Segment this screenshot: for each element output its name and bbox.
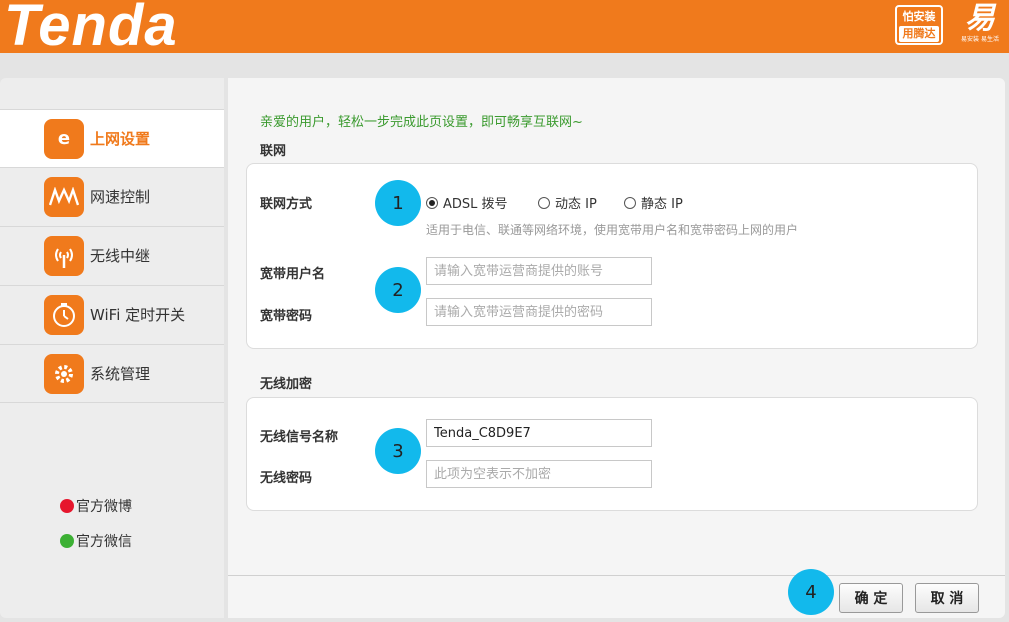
- username-label: 宽带用户名: [260, 267, 326, 282]
- timer-icon: [44, 294, 84, 335]
- weibo-icon: [60, 499, 74, 513]
- password-label: 宽带密码: [260, 309, 313, 324]
- radio-selected-icon: [426, 196, 438, 209]
- sidebar-item-wireless-repeater[interactable]: 无线中继: [0, 226, 224, 284]
- ok-button[interactable]: 确 定: [839, 583, 903, 613]
- cancel-button[interactable]: 取 消: [915, 583, 979, 613]
- connection-type-label: 联网方式: [260, 197, 313, 212]
- wechat-link[interactable]: 官方微信: [60, 531, 132, 551]
- footer-divider: [228, 575, 1005, 576]
- network-section-title: 联网: [260, 144, 287, 159]
- wifi-password-input[interactable]: [426, 460, 652, 488]
- step-marker-3: 3: [375, 428, 421, 474]
- wechat-icon: [60, 534, 74, 548]
- gear-icon: [44, 353, 84, 394]
- radio-static-ip[interactable]: 静态 IP: [624, 193, 683, 212]
- easy-logo: 易 易安装 易生活: [961, 1, 999, 44]
- username-input[interactable]: [426, 257, 652, 285]
- ssid-label: 无线信号名称: [260, 430, 339, 445]
- ssid-input[interactable]: [426, 419, 652, 447]
- sidebar-item-speed-control[interactable]: 网速控制: [0, 167, 224, 225]
- welcome-text: 亲爱的用户，轻松一步完成此页设置，即可畅享互联网~: [260, 115, 583, 130]
- password-input[interactable]: [426, 298, 652, 326]
- slogan-badge: 怕安装 用腾达: [895, 5, 943, 45]
- sidebar-item-wifi-timer[interactable]: WiFi 定时开关: [0, 285, 224, 343]
- weibo-link[interactable]: 官方微博: [60, 496, 132, 516]
- speed-wave-icon: [44, 176, 84, 217]
- sidebar-item-system-management[interactable]: 系统管理: [0, 344, 224, 403]
- ie-globe-icon: e: [44, 118, 84, 159]
- header-bar: Tenda 怕安装 用腾达 易 易安装 易生活: [0, 0, 1009, 58]
- radio-empty-icon: [624, 196, 636, 209]
- radio-dynamic-ip[interactable]: 动态 IP: [538, 193, 597, 212]
- wireless-panel: [246, 397, 978, 511]
- step-marker-2: 2: [375, 267, 421, 313]
- step-marker-4: 4: [788, 569, 834, 615]
- wireless-signal-icon: [44, 235, 84, 276]
- wireless-section-title: 无线加密: [260, 377, 313, 392]
- step-marker-1: 1: [375, 180, 421, 226]
- sidebar-item-internet-settings[interactable]: e 上网设置: [0, 109, 224, 167]
- radio-adsl[interactable]: ADSL 拨号: [426, 193, 508, 212]
- wifi-password-label: 无线密码: [260, 471, 313, 486]
- radio-empty-icon: [538, 196, 550, 209]
- connection-hint: 适用于电信、联通等网络环境，使用宽带用户名和宽带密码上网的用户: [426, 223, 799, 237]
- tenda-logo: Tenda: [4, 0, 178, 58]
